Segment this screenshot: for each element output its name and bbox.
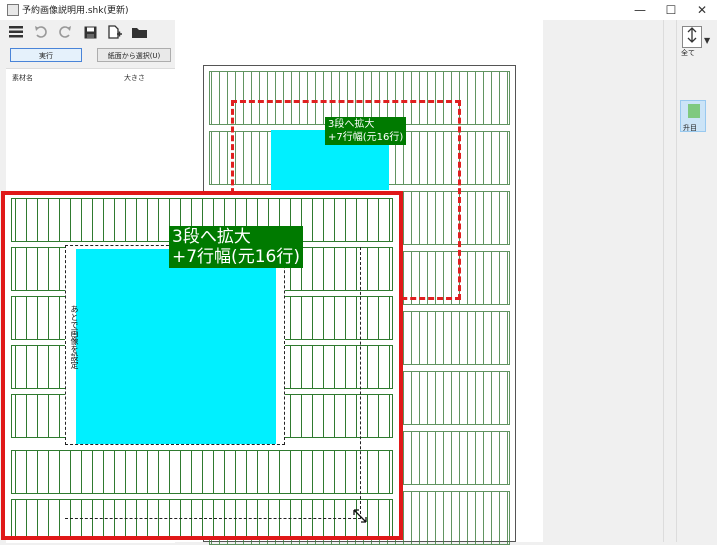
expand-note-label: 3段へ拡大 +7行幅(元16行) [325, 117, 407, 145]
right-tool-panel [676, 20, 717, 542]
column-header-name[interactable]: 素材名 [12, 73, 33, 83]
maximize-button[interactable]: ☐ [656, 0, 686, 20]
run-button[interactable]: 実行 [10, 48, 82, 62]
vertical-caption: あとで画像を設定 [70, 305, 79, 369]
minimize-button[interactable]: — [625, 0, 655, 20]
save-icon[interactable] [82, 24, 98, 40]
vertical-scrollbar[interactable] [663, 20, 676, 542]
canvas-margin [543, 20, 663, 542]
app-icon [7, 4, 19, 16]
zoom-all-label: 全て [681, 49, 695, 57]
zoom-image-placeholder [76, 249, 276, 444]
zoom-dropdown-arrow[interactable]: ▼ [704, 36, 710, 45]
grid-toggle-label: 升目 [683, 124, 697, 132]
menu-icon[interactable] [8, 24, 24, 40]
resize-handle-icon [353, 508, 367, 527]
close-button[interactable]: ✕ [687, 0, 717, 20]
zoom-callout: あとで画像を設定 3段へ拡大 +7行幅(元16行) [1, 191, 403, 540]
select-from-paper-button[interactable]: 紙面から選択(U) [97, 48, 171, 62]
column-header-size[interactable]: 大きさ [124, 73, 145, 83]
folder-icon[interactable] [131, 24, 147, 40]
zoom-expand-note-label: 3段へ拡大 +7行幅(元16行) [169, 226, 303, 268]
redo-icon[interactable] [57, 24, 73, 40]
zoom-all-button[interactable] [682, 26, 702, 48]
new-document-icon[interactable] [107, 24, 123, 40]
undo-icon[interactable] [33, 24, 49, 40]
window-title: 予約画像説明用.shk(更新) [22, 6, 129, 16]
